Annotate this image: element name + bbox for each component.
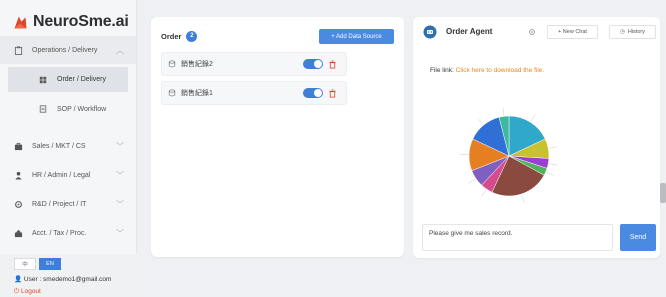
sidebar-group-acct[interactable]: Acct. / Tax / Proc. ﹀ xyxy=(0,219,136,247)
history-label: History xyxy=(627,29,645,35)
trash-icon[interactable] xyxy=(328,59,337,69)
chevron-down-icon: ﹀ xyxy=(116,199,124,209)
chat-input[interactable]: Please give me sales record. xyxy=(422,224,613,251)
file-download-link[interactable]: Click here to download the file. xyxy=(456,67,545,74)
data-source-toggle[interactable] xyxy=(303,59,323,69)
pie-leader-line xyxy=(468,178,476,184)
agent-panel: Order Agent + New Chat ◷ History File li… xyxy=(413,17,660,258)
sidebar-group-label: Acct. / Tax / Proc. xyxy=(32,229,87,237)
app-root: NeuroSme.ai Operations / Delivery ︿ Orde… xyxy=(0,0,666,297)
order-panel-title: Order 2 xyxy=(161,31,198,42)
lang-en-button[interactable]: EN xyxy=(39,258,61,270)
sidebar-nav: Operations / Delivery ︿ Order / Delivery… xyxy=(0,36,136,247)
lang-zh-button[interactable]: 中 xyxy=(14,258,36,270)
trash-icon[interactable] xyxy=(328,88,337,98)
grid-icon xyxy=(38,75,47,84)
settings-gear-icon[interactable] xyxy=(528,28,536,36)
pie-leader-line xyxy=(502,107,505,116)
brand-name: NeuroSme.ai xyxy=(33,13,129,30)
sidebar-item-sop-workflow[interactable]: SOP / Workflow xyxy=(0,96,136,122)
power-icon: ⏻ xyxy=(14,288,20,295)
database-icon xyxy=(168,89,176,97)
user-email: User : smedemo1@gmail.com xyxy=(23,276,112,283)
sidebar-group-hr[interactable]: HR / Admin / Legal ﹀ xyxy=(0,161,136,189)
gear-icon xyxy=(13,199,23,209)
sidebar-group-label: HR / Admin / Legal xyxy=(32,171,91,179)
logout-label: Logout xyxy=(20,288,41,295)
user-icon: 👤 xyxy=(14,276,23,283)
chat-message-area: File link: Click here to download the fi… xyxy=(422,51,599,210)
agent-title: Order Agent xyxy=(446,27,493,36)
data-source-name: 銷售紀錄1 xyxy=(181,90,213,97)
language-switcher: 中 EN xyxy=(14,258,61,270)
document-icon xyxy=(38,105,47,114)
sidebar-item-label: SOP / Workflow xyxy=(57,105,107,113)
sidebar-group-label: R&D / Project / IT xyxy=(32,200,87,208)
sidebar-group-label: Sales / MKT / CS xyxy=(32,142,86,150)
chevron-down-icon: ﹀ xyxy=(116,228,124,238)
sidebar-group-label: Operations / Delivery xyxy=(32,46,98,54)
sidebar: NeuroSme.ai Operations / Delivery ︿ Orde… xyxy=(0,0,137,297)
chevron-down-icon: ﹀ xyxy=(116,141,124,151)
person-icon xyxy=(13,170,23,180)
pie-leader-line xyxy=(477,118,484,125)
logout-link[interactable]: ⏻ Logout xyxy=(14,288,41,296)
sidebar-item-label: Order / Delivery xyxy=(57,76,107,83)
pie-leader-line xyxy=(481,189,487,197)
history-button[interactable]: ◷ History xyxy=(609,25,656,39)
chevron-down-icon: ﹀ xyxy=(116,170,124,180)
pie-leader-line xyxy=(549,163,558,166)
chevron-up-icon: ︿ xyxy=(116,45,124,55)
briefcase-icon xyxy=(13,141,23,151)
brand[interactable]: NeuroSme.ai xyxy=(0,0,136,34)
data-source-row[interactable]: 銷售紀錄2 xyxy=(161,52,347,76)
send-button[interactable]: Send xyxy=(620,224,656,251)
pie-leader-line xyxy=(549,146,558,149)
order-count-badge: 2 xyxy=(186,31,198,42)
clock-icon: ◷ xyxy=(620,29,625,35)
file-link-prefix: File link: xyxy=(430,67,456,74)
add-data-source-button[interactable]: + Add Data Source xyxy=(319,29,394,44)
calculator-icon xyxy=(13,228,23,238)
sidebar-group-operations[interactable]: Operations / Delivery ︿ xyxy=(0,36,136,64)
sidebar-group-sales[interactable]: Sales / MKT / CS ﹀ xyxy=(0,132,136,160)
agent-robot-icon xyxy=(423,25,437,39)
new-chat-button[interactable]: + New Chat xyxy=(547,25,598,39)
database-icon xyxy=(168,60,176,68)
data-source-toggle[interactable] xyxy=(303,88,323,98)
sidebar-item-order-delivery[interactable]: Order / Delivery xyxy=(8,67,128,92)
sidebar-group-rnd[interactable]: R&D / Project / IT ﹀ xyxy=(0,190,136,218)
pie-leader-line xyxy=(521,194,525,203)
chart-container xyxy=(434,101,584,211)
order-panel: Order 2 + Add Data Source 銷售紀錄2 銷售紀錄1 xyxy=(151,17,404,257)
clipboard-icon xyxy=(13,45,23,55)
file-link-line: File link: Click here to download the fi… xyxy=(430,67,544,74)
pie-chart xyxy=(460,107,558,203)
sidebar-footer: 中 EN 👤 User : smedemo1@gmail.com ⏻ Logou… xyxy=(0,254,137,297)
order-title-label: Order xyxy=(161,32,182,41)
scrollbar-handle[interactable] xyxy=(660,183,666,203)
user-info: 👤 User : smedemo1@gmail.com xyxy=(14,275,111,283)
pie-leader-line xyxy=(546,172,555,176)
data-source-row[interactable]: 銷售紀錄1 xyxy=(161,81,347,105)
pie-leader-line xyxy=(530,114,536,122)
brand-logo-icon xyxy=(14,16,27,28)
data-source-name: 銷售紀錄2 xyxy=(181,61,213,68)
